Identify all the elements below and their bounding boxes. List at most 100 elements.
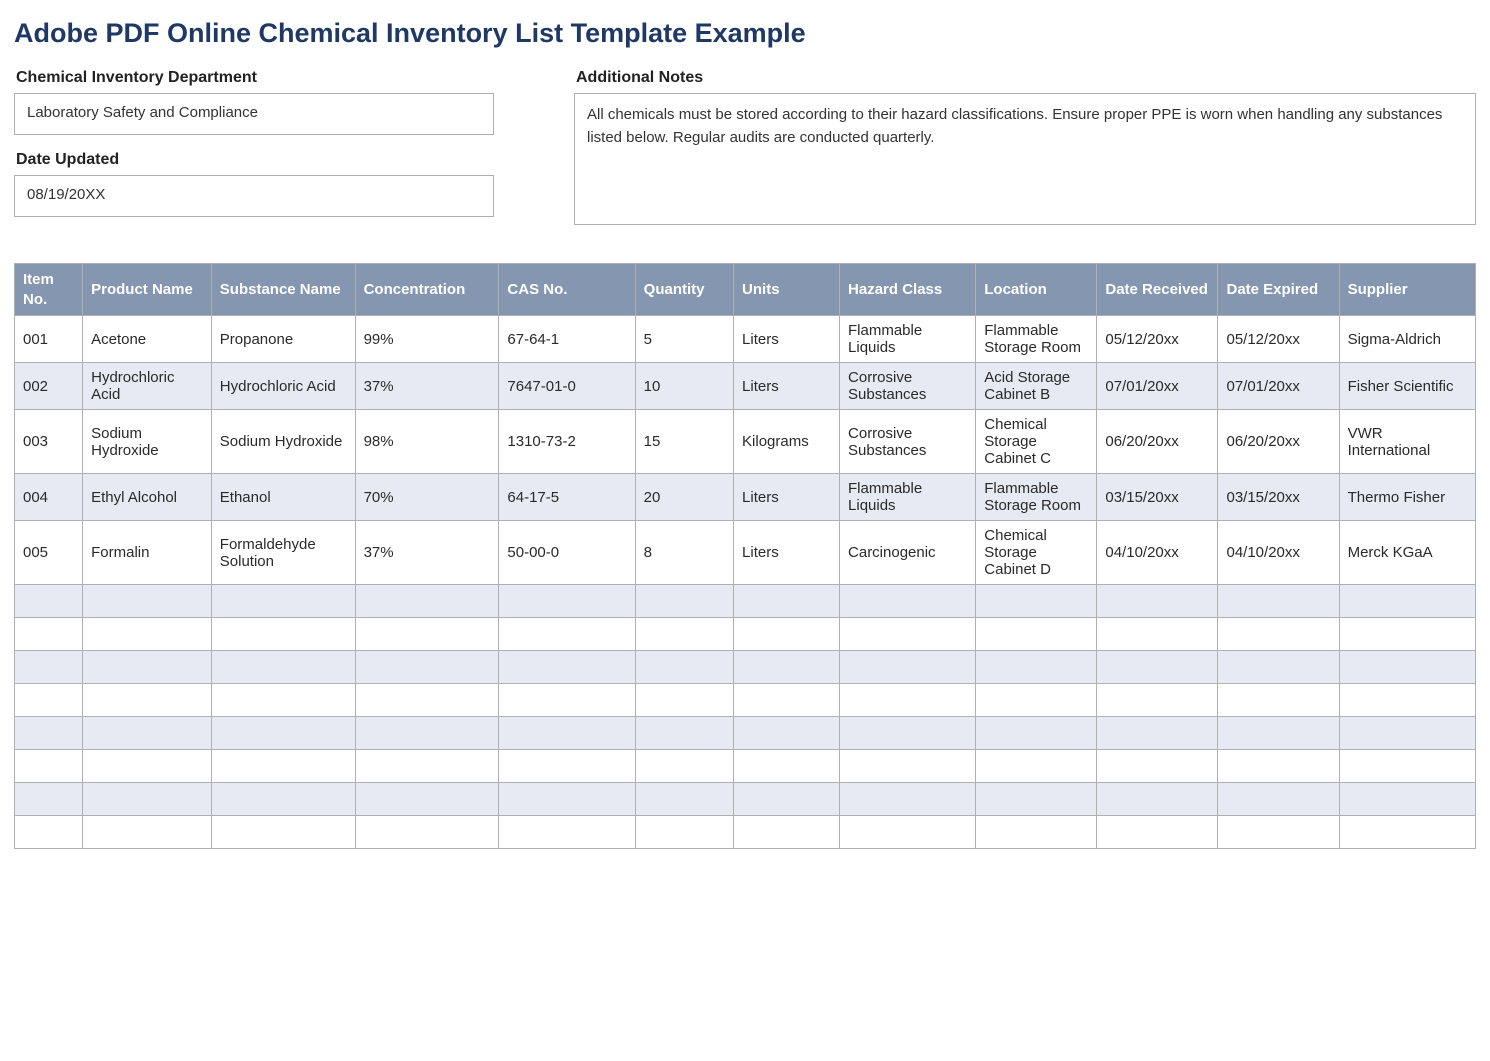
cell-substance[interactable]: Sodium Hydroxide	[211, 410, 355, 474]
cell-empty[interactable]	[635, 717, 733, 750]
cell-units[interactable]: Kilograms	[734, 410, 840, 474]
cell-concentration[interactable]: 37%	[355, 363, 499, 410]
cell-empty[interactable]	[1218, 750, 1339, 783]
cell-empty[interactable]	[1218, 717, 1339, 750]
cell-empty[interactable]	[15, 585, 83, 618]
cell-cas[interactable]: 7647-01-0	[499, 363, 635, 410]
cell-empty[interactable]	[1097, 750, 1218, 783]
cell-empty[interactable]	[635, 618, 733, 651]
cell-empty[interactable]	[355, 585, 499, 618]
cell-empty[interactable]	[355, 783, 499, 816]
cell-empty[interactable]	[1339, 816, 1475, 849]
cell-empty[interactable]	[83, 585, 212, 618]
cell-empty[interactable]	[635, 816, 733, 849]
cell-empty[interactable]	[211, 651, 355, 684]
cell-cas[interactable]: 64-17-5	[499, 474, 635, 521]
cell-expired[interactable]: 07/01/20xx	[1218, 363, 1339, 410]
department-input[interactable]: Laboratory Safety and Compliance	[14, 93, 494, 135]
notes-input[interactable]: All chemicals must be stored according t…	[574, 93, 1476, 225]
cell-empty[interactable]	[635, 651, 733, 684]
cell-empty[interactable]	[211, 684, 355, 717]
cell-empty[interactable]	[355, 816, 499, 849]
cell-hazard[interactable]: Flammable Liquids	[840, 316, 976, 363]
cell-empty[interactable]	[499, 717, 635, 750]
cell-empty[interactable]	[1097, 651, 1218, 684]
cell-empty[interactable]	[734, 585, 840, 618]
cell-empty[interactable]	[15, 717, 83, 750]
cell-empty[interactable]	[1339, 618, 1475, 651]
cell-units[interactable]: Liters	[734, 316, 840, 363]
cell-quantity[interactable]: 5	[635, 316, 733, 363]
cell-empty[interactable]	[840, 750, 976, 783]
cell-empty[interactable]	[1218, 783, 1339, 816]
cell-empty[interactable]	[734, 717, 840, 750]
cell-received[interactable]: 04/10/20xx	[1097, 521, 1218, 585]
cell-empty[interactable]	[211, 750, 355, 783]
cell-empty[interactable]	[499, 783, 635, 816]
cell-empty[interactable]	[840, 651, 976, 684]
cell-empty[interactable]	[840, 618, 976, 651]
cell-location[interactable]: Chemical Storage Cabinet D	[976, 521, 1097, 585]
cell-empty[interactable]	[976, 684, 1097, 717]
cell-supplier[interactable]: Sigma-Aldrich	[1339, 316, 1475, 363]
cell-empty[interactable]	[499, 750, 635, 783]
cell-quantity[interactable]: 20	[635, 474, 733, 521]
cell-empty[interactable]	[499, 585, 635, 618]
cell-empty[interactable]	[840, 783, 976, 816]
cell-empty[interactable]	[976, 783, 1097, 816]
cell-received[interactable]: 07/01/20xx	[1097, 363, 1218, 410]
cell-empty[interactable]	[15, 618, 83, 651]
cell-location[interactable]: Flammable Storage Room	[976, 316, 1097, 363]
cell-cas[interactable]: 1310-73-2	[499, 410, 635, 474]
cell-empty[interactable]	[355, 717, 499, 750]
cell-item[interactable]: 003	[15, 410, 83, 474]
cell-empty[interactable]	[635, 684, 733, 717]
cell-empty[interactable]	[15, 783, 83, 816]
cell-empty[interactable]	[635, 750, 733, 783]
cell-empty[interactable]	[1218, 618, 1339, 651]
cell-supplier[interactable]: VWR International	[1339, 410, 1475, 474]
cell-concentration[interactable]: 70%	[355, 474, 499, 521]
cell-concentration[interactable]: 37%	[355, 521, 499, 585]
cell-units[interactable]: Liters	[734, 521, 840, 585]
cell-empty[interactable]	[734, 684, 840, 717]
cell-empty[interactable]	[499, 651, 635, 684]
cell-quantity[interactable]: 8	[635, 521, 733, 585]
cell-quantity[interactable]: 10	[635, 363, 733, 410]
cell-empty[interactable]	[355, 750, 499, 783]
cell-received[interactable]: 06/20/20xx	[1097, 410, 1218, 474]
cell-empty[interactable]	[499, 684, 635, 717]
cell-empty[interactable]	[976, 618, 1097, 651]
cell-empty[interactable]	[840, 816, 976, 849]
cell-empty[interactable]	[976, 816, 1097, 849]
cell-empty[interactable]	[734, 816, 840, 849]
cell-empty[interactable]	[83, 618, 212, 651]
cell-cas[interactable]: 67-64-1	[499, 316, 635, 363]
cell-empty[interactable]	[83, 750, 212, 783]
cell-item[interactable]: 004	[15, 474, 83, 521]
cell-empty[interactable]	[840, 684, 976, 717]
cell-received[interactable]: 05/12/20xx	[1097, 316, 1218, 363]
cell-empty[interactable]	[976, 717, 1097, 750]
cell-product[interactable]: Sodium Hydroxide	[83, 410, 212, 474]
cell-expired[interactable]: 04/10/20xx	[1218, 521, 1339, 585]
cell-empty[interactable]	[1339, 717, 1475, 750]
cell-empty[interactable]	[1339, 585, 1475, 618]
cell-expired[interactable]: 05/12/20xx	[1218, 316, 1339, 363]
cell-empty[interactable]	[1218, 684, 1339, 717]
cell-concentration[interactable]: 99%	[355, 316, 499, 363]
cell-empty[interactable]	[1097, 717, 1218, 750]
cell-hazard[interactable]: Carcinogenic	[840, 521, 976, 585]
cell-empty[interactable]	[211, 816, 355, 849]
cell-item[interactable]: 005	[15, 521, 83, 585]
cell-empty[interactable]	[840, 717, 976, 750]
cell-location[interactable]: Acid Storage Cabinet B	[976, 363, 1097, 410]
cell-empty[interactable]	[1339, 651, 1475, 684]
cell-expired[interactable]: 03/15/20xx	[1218, 474, 1339, 521]
cell-units[interactable]: Liters	[734, 363, 840, 410]
cell-empty[interactable]	[734, 783, 840, 816]
cell-empty[interactable]	[734, 618, 840, 651]
cell-empty[interactable]	[15, 684, 83, 717]
cell-product[interactable]: Hydrochloric Acid	[83, 363, 212, 410]
cell-empty[interactable]	[1097, 783, 1218, 816]
